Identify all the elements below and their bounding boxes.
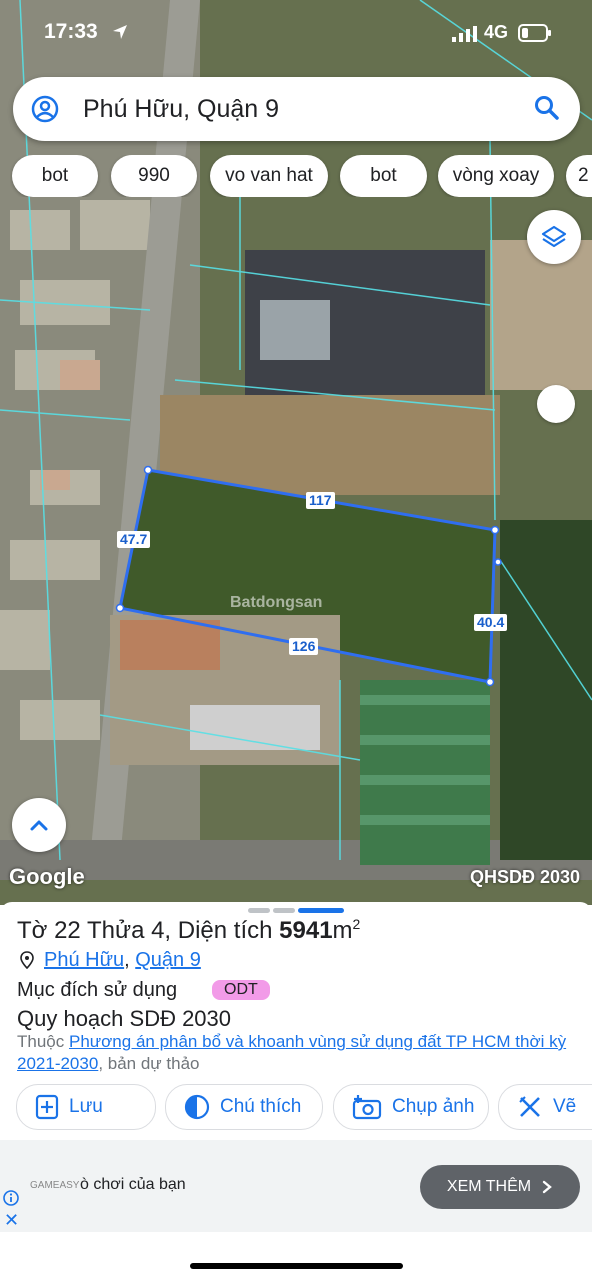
district-link[interactable]: Quận 9 [135,949,201,971]
suggestion-chips: bot 990 vo van hat bot vòng xoay 2 [10,155,592,197]
layers-button[interactable] [527,210,581,264]
chip-bot[interactable]: bot [12,155,98,197]
network-type: 4G [484,22,509,42]
chevron-right-icon [542,1180,552,1194]
draw-button[interactable]: Vẽ [498,1084,592,1130]
parcel-area: 5941 [279,917,333,944]
location-line: Phú Hữu, Quận 9 [20,949,201,972]
purpose-badge: ODT [212,980,270,1000]
layer-label: QHSDĐ 2030 [469,867,580,887]
ad-brand: GAMEASY [30,1180,80,1191]
save-button[interactable]: Lưu [16,1084,156,1130]
ad-cta-button[interactable]: XEM THÊM [420,1165,580,1209]
account-icon[interactable] [31,95,59,123]
sheet-handle-segment[interactable] [273,908,295,913]
parcel-title: Tờ 22 Thửa 4, Diện tích 5941m2 [17,916,361,944]
ad-text: ò chơi của bạn [80,1176,186,1193]
watermark-logo: Batdongsan [230,594,323,611]
dim-left-label: 47.7 [117,531,151,548]
bookmark-add-icon [35,1094,59,1120]
plan-description: Thuộc Phương án phân bổ và khoanh vùng s… [17,1032,567,1073]
chip-990[interactable]: 990 [111,155,197,197]
legend-contrast-icon [184,1094,210,1120]
status-time: 17:33 [44,20,98,43]
signal-icon [452,26,477,42]
expand-up-button[interactable] [12,798,66,852]
chip-vo-van-hat[interactable]: vo van hat [210,155,328,197]
dim-right-label: 40.4 [474,614,508,631]
chip-bot-2[interactable]: bot [340,155,427,197]
sheet-handle-active[interactable] [298,908,344,913]
google-logo: Google [9,864,85,889]
map-view[interactable]: 117 47.7 40.4 126 Batdongsan 17:33 4G Ph… [0,0,592,905]
layers-icon [541,225,567,248]
search-query[interactable]: Phú Hữu, Quận 9 [83,95,279,124]
legend-button[interactable]: Chú thích [165,1084,323,1130]
chevron-up-icon [30,820,48,831]
action-buttons: Lưu Chú thích Chụp ảnh Vẽ [0,1084,592,1130]
ad-info-icon[interactable] [3,1190,19,1206]
battery-icon [518,24,551,42]
search-icon[interactable] [534,95,560,121]
camera-add-icon [352,1095,382,1120]
dim-top-label: 117 [306,492,335,509]
ward-link[interactable]: Phú Hữu [44,949,124,971]
location-pin-icon [20,951,34,969]
screenshot-button[interactable]: Chụp ảnh [333,1084,489,1130]
draw-tools-icon [519,1096,540,1117]
chip-vong-xoay[interactable]: vòng xoay [438,155,554,197]
chip-more[interactable]: 2 [566,155,592,197]
search-bar[interactable]: Phú Hữu, Quận 9 [13,77,580,141]
home-indicator[interactable] [190,1263,403,1269]
purpose-label: Mục đích sử dụng [17,979,178,1001]
map-control-button[interactable] [537,385,575,423]
status-bar: 17:33 4G [0,18,592,48]
separator: , [124,949,136,971]
ad-banner[interactable]: ✕ GAMEASY ò chơi của bạn XEM THÊM [0,1140,592,1232]
sheet-handle-segment[interactable] [248,908,270,913]
plan-title: Quy hoạch SDĐ 2030 [17,1006,232,1031]
location-arrow-icon [113,25,127,39]
ad-close-icon[interactable]: ✕ [4,1210,19,1231]
dim-bottom-label: 126 [289,638,319,655]
